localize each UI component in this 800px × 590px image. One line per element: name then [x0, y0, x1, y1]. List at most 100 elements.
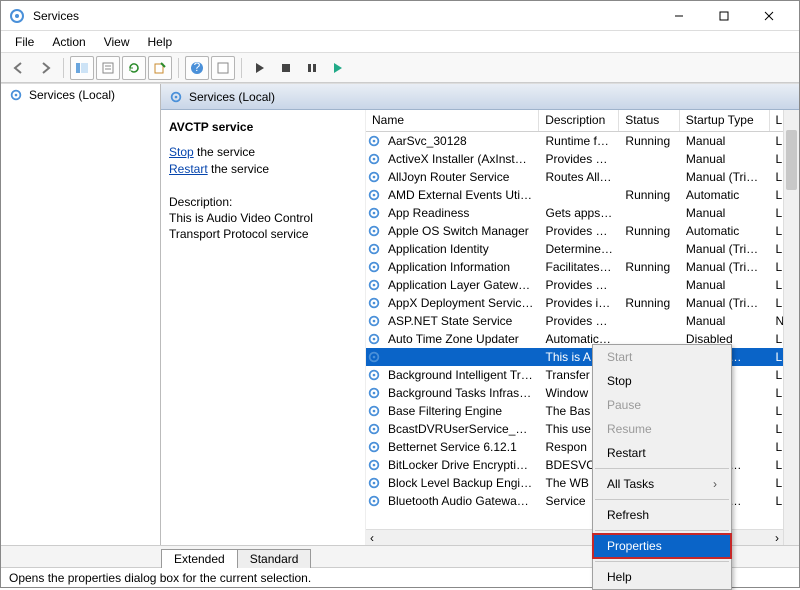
cell-startup: Manual (Trigg… [680, 169, 770, 185]
gear-icon [9, 88, 23, 102]
gear-icon [366, 494, 382, 508]
service-row[interactable]: BitLocker Drive Encryption S…BDESVCal (T… [366, 456, 799, 474]
play-icon[interactable] [248, 56, 272, 80]
restart-service-link[interactable]: Restart [169, 162, 208, 176]
ctx-separator [595, 530, 729, 531]
ctx-all-tasks[interactable]: All Tasks [593, 472, 731, 496]
service-row[interactable]: Background Intelligent Tran…TransferalLo… [366, 366, 799, 384]
service-row[interactable]: ASP.NET State ServiceProvides sup…Manual… [366, 312, 799, 330]
cell-name: ActiveX Installer (AxInstSV) [382, 151, 540, 167]
menu-action[interactable]: Action [44, 33, 93, 51]
gear-icon [169, 90, 183, 104]
tree-root-services-local[interactable]: Services (Local) [1, 84, 160, 106]
cell-status: Running [619, 133, 680, 149]
restart-icon[interactable] [326, 56, 350, 80]
ctx-help[interactable]: Help [593, 565, 731, 589]
col-startup[interactable]: Startup Type [680, 110, 770, 131]
cell-name: BitLocker Drive Encryption S… [382, 457, 540, 473]
menu-help[interactable]: Help [140, 33, 181, 51]
service-row[interactable]: Block Level Backup Engine S…The WBalLoc [366, 474, 799, 492]
cell-description: Provides sup… [540, 277, 620, 293]
pause-icon[interactable] [300, 56, 324, 80]
cell-description: Facilitates th… [540, 259, 620, 275]
ctx-separator [595, 499, 729, 500]
ctx-stop[interactable]: Stop [593, 369, 731, 393]
toolbar-separator [241, 58, 242, 78]
cell-status: Running [619, 259, 680, 275]
help2-button[interactable] [211, 56, 235, 80]
cell-startup: Automatic [680, 187, 770, 203]
cell-description: Provides infr… [540, 295, 620, 311]
show-hide-tree-button[interactable] [70, 56, 94, 80]
service-row[interactable]: AppX Deployment Service (A…Provides infr… [366, 294, 799, 312]
gear-icon [366, 386, 382, 400]
col-status[interactable]: Status [619, 110, 680, 131]
cell-description: Runtime for … [540, 133, 620, 149]
ctx-resume[interactable]: Resume [593, 417, 731, 441]
services-list: Name Description Status Startup Type Log… [366, 110, 799, 545]
service-row[interactable]: Application IdentityDetermines …Manual (… [366, 240, 799, 258]
service-row[interactable]: AMD External Events UtilityRunningAutoma… [366, 186, 799, 204]
stop-icon[interactable] [274, 56, 298, 80]
ctx-separator [595, 468, 729, 469]
service-row[interactable]: Application Layer Gateway S…Provides sup… [366, 276, 799, 294]
export-button[interactable] [148, 56, 172, 80]
properties-button[interactable] [96, 56, 120, 80]
service-row[interactable]: AllJoyn Router ServiceRoutes AllJo…Manua… [366, 168, 799, 186]
cell-startup: Manual (Trigg… [680, 295, 770, 311]
service-row[interactable]: This is Aal (Trigg…Loc [366, 348, 799, 366]
cell-name: ASP.NET State Service [382, 313, 540, 329]
cell-name: Auto Time Zone Updater [382, 331, 540, 347]
cell-status [619, 176, 680, 178]
ctx-refresh[interactable]: Refresh [593, 503, 731, 527]
gear-icon [366, 242, 382, 256]
service-row[interactable]: Auto Time Zone UpdaterAutomaticall…Disab… [366, 330, 799, 348]
service-row[interactable]: App ReadinessGets apps re…ManualLoc [366, 204, 799, 222]
service-row[interactable]: Base Filtering EngineThe BasaticLoc [366, 402, 799, 420]
services-app-icon [9, 8, 25, 24]
service-row[interactable]: Application InformationFacilitates th…Ru… [366, 258, 799, 276]
ctx-properties[interactable]: Properties [593, 534, 731, 558]
menu-view[interactable]: View [96, 33, 138, 51]
gear-icon [366, 314, 382, 328]
ctx-pause[interactable]: Pause [593, 393, 731, 417]
minimize-button[interactable] [656, 2, 701, 30]
menu-file[interactable]: File [7, 33, 42, 51]
cell-description: Provides Use… [540, 151, 620, 167]
gear-icon [366, 350, 382, 364]
cell-name: AppX Deployment Service (A… [382, 295, 540, 311]
maximize-button[interactable] [701, 2, 746, 30]
stop-service-link[interactable]: Stop [169, 145, 194, 159]
refresh-button[interactable] [122, 56, 146, 80]
service-row[interactable]: Bluetooth Audio Gateway Se…Serviceal (Tr… [366, 492, 799, 510]
cell-name: AMD External Events Utility [382, 187, 540, 203]
forward-button[interactable] [33, 56, 57, 80]
gear-icon [366, 422, 382, 436]
help-button[interactable]: ? [185, 56, 209, 80]
back-button[interactable] [7, 56, 31, 80]
gear-icon [366, 440, 382, 454]
tab-extended[interactable]: Extended [161, 549, 238, 568]
tree-root-label: Services (Local) [29, 88, 115, 102]
tab-standard[interactable]: Standard [237, 549, 312, 568]
col-description[interactable]: Description [539, 110, 619, 131]
status-text: Opens the properties dialog box for the … [9, 571, 311, 585]
service-row[interactable]: Betternet Service 6.12.1ResponalLoc [366, 438, 799, 456]
ctx-start[interactable]: Start [593, 345, 731, 369]
service-row[interactable]: ActiveX Installer (AxInstSV)Provides Use… [366, 150, 799, 168]
service-row[interactable]: AarSvc_30128Runtime for …RunningManualLo… [366, 132, 799, 150]
cell-name: Betternet Service 6.12.1 [382, 439, 540, 455]
menubar: File Action View Help [1, 31, 799, 53]
col-name[interactable]: Name [366, 110, 539, 131]
service-row[interactable]: BcastDVRUserService_30128This usealLoc [366, 420, 799, 438]
titlebar: Services [1, 1, 799, 31]
close-button[interactable] [746, 2, 791, 30]
ctx-restart[interactable]: Restart [593, 441, 731, 465]
service-row[interactable]: Apple OS Switch ManagerProvides sup…Runn… [366, 222, 799, 240]
vertical-scrollbar[interactable] [783, 110, 799, 545]
scrollbar-thumb[interactable] [786, 130, 797, 190]
gear-icon [366, 206, 382, 220]
service-row[interactable]: Background Tasks Infrastruc…WindowaticLo… [366, 384, 799, 402]
cell-name: Base Filtering Engine [382, 403, 540, 419]
svg-text:?: ? [194, 61, 201, 74]
